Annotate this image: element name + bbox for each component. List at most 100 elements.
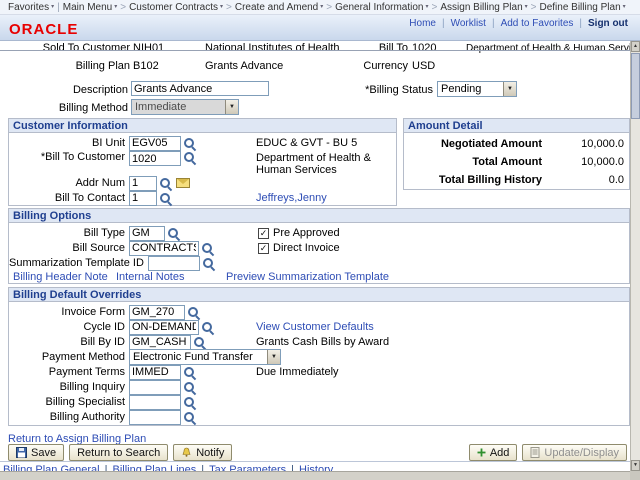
lookup-icon[interactable] bbox=[167, 227, 180, 240]
addr-num-input[interactable] bbox=[129, 175, 157, 191]
bill-to-contact-name-link[interactable]: Jeffreys,Jenny bbox=[256, 192, 327, 204]
breadcrumb-item-main-menu[interactable]: Main Menu ▾ bbox=[63, 2, 117, 13]
payment-terms-row: Payment Terms Due Immediately bbox=[9, 364, 629, 380]
direct-invoice-checkbox[interactable]: ✓ bbox=[258, 242, 269, 254]
bill-source-input[interactable] bbox=[129, 240, 199, 256]
page-link-separator: | bbox=[104, 464, 108, 471]
cycle-id-input[interactable] bbox=[129, 319, 199, 335]
email-address-icon[interactable] bbox=[176, 178, 190, 188]
toolbar-right: Add Update/Display bbox=[468, 444, 627, 461]
lookup-icon[interactable] bbox=[183, 381, 196, 394]
header-separator: | bbox=[491, 18, 495, 29]
description-input[interactable] bbox=[131, 81, 269, 96]
bill-type-input[interactable] bbox=[129, 225, 165, 241]
pre-approved-checkbox[interactable]: ✓ bbox=[258, 227, 269, 239]
breadcrumb-separator: | bbox=[57, 1, 60, 13]
payment-terms-description: Due Immediately bbox=[256, 366, 339, 378]
total-billing-history-row: Total Billing History 0.0 bbox=[404, 171, 629, 189]
breadcrumb-item-general-information[interactable]: General Information ▾ bbox=[335, 2, 428, 13]
page-link-billing-plan-lines[interactable]: Billing Plan Lines bbox=[112, 464, 196, 471]
billing-inquiry-input[interactable] bbox=[129, 379, 181, 395]
billing-default-overrides-group: Billing Default Overrides Invoice Form C… bbox=[8, 287, 630, 426]
save-button[interactable]: Save bbox=[8, 444, 65, 461]
dropdown-arrow-icon: ▼ bbox=[267, 350, 280, 364]
bill-to-contact-input[interactable] bbox=[129, 190, 157, 206]
bill-to-customer-input[interactable] bbox=[129, 151, 181, 166]
breadcrumb-label: Assign Billing Plan bbox=[440, 1, 523, 13]
billing-specialist-input[interactable] bbox=[129, 394, 181, 410]
page-link-separator: | bbox=[201, 464, 205, 471]
billing-authority-input[interactable] bbox=[129, 409, 181, 425]
sold-to-customer-name: National Institutes of Health bbox=[205, 42, 340, 54]
negotiated-amount-row: Negotiated Amount 10,000.0 bbox=[404, 135, 629, 153]
total-amount-label: Total Amount bbox=[472, 156, 542, 168]
lookup-icon[interactable] bbox=[201, 242, 214, 255]
breadcrumb-label: Create and Amend bbox=[234, 1, 319, 13]
breadcrumb-label: Define Billing Plan bbox=[539, 1, 621, 13]
billing-authority-row: Billing Authority bbox=[9, 409, 629, 425]
addr-num-label: Addr Num bbox=[75, 177, 125, 189]
lookup-icon[interactable] bbox=[183, 366, 196, 379]
breadcrumb-label: General Information bbox=[335, 1, 424, 13]
lookup-icon[interactable] bbox=[183, 411, 196, 424]
bill-type-row: Bill Type ✓ Pre Approved bbox=[9, 225, 629, 241]
invoice-form-input[interactable] bbox=[129, 304, 185, 320]
home-link[interactable]: Home bbox=[409, 18, 436, 29]
sign-out-link[interactable]: Sign out bbox=[588, 18, 628, 29]
preview-summarization-template-link[interactable]: Preview Summarization Template bbox=[226, 271, 389, 283]
bill-to-name: Department of Health & Human Services bbox=[466, 43, 630, 54]
add-button[interactable]: Add bbox=[468, 444, 518, 461]
billing-header-note-link[interactable]: Billing Header Note bbox=[13, 271, 108, 283]
breadcrumb-item-define-billing-plan[interactable]: Define Billing Plan ▾ bbox=[539, 2, 625, 13]
worklist-link[interactable]: Worklist bbox=[451, 18, 486, 29]
page-link-billing-plan-general[interactable]: Billing Plan General bbox=[3, 464, 100, 471]
horizontal-scrollbar[interactable] bbox=[0, 471, 630, 480]
lookup-icon[interactable] bbox=[183, 396, 196, 409]
scroll-down-button[interactable]: ▼ bbox=[631, 460, 640, 471]
save-icon bbox=[16, 447, 27, 458]
summarization-template-id-input[interactable] bbox=[147, 255, 200, 271]
scroll-up-button[interactable]: ▲ bbox=[631, 41, 640, 52]
payment-method-select[interactable]: Electronic Fund Transfer ▼ bbox=[129, 349, 281, 365]
breadcrumb-item-create-and-amend[interactable]: Create and Amend ▾ bbox=[235, 2, 323, 13]
lookup-icon[interactable] bbox=[159, 192, 172, 205]
chevron-down-icon: ▾ bbox=[524, 4, 528, 10]
invoice-form-row: Invoice Form bbox=[9, 304, 629, 320]
bill-by-id-input[interactable] bbox=[129, 334, 191, 350]
lookup-icon[interactable] bbox=[183, 151, 196, 164]
page-link-tax-parameters[interactable]: Tax Parameters bbox=[209, 464, 286, 471]
breadcrumb-separator: > bbox=[431, 1, 438, 13]
breadcrumb-item-favorites[interactable]: Favorites ▾ bbox=[8, 2, 54, 13]
lookup-icon[interactable] bbox=[201, 321, 214, 334]
total-amount-value: 10,000.0 bbox=[581, 156, 624, 168]
internal-notes-link[interactable]: Internal Notes bbox=[116, 271, 184, 283]
breadcrumb-item-customer-contracts[interactable]: Customer Contracts ▾ bbox=[129, 2, 223, 13]
notify-button[interactable]: Notify bbox=[173, 444, 233, 461]
lookup-icon[interactable] bbox=[183, 137, 196, 150]
negotiated-amount-label: Negotiated Amount bbox=[440, 138, 542, 150]
amount-detail-title: Amount Detail bbox=[404, 119, 629, 133]
return-to-search-label: Return to Search bbox=[77, 446, 161, 459]
bi-unit-input[interactable] bbox=[129, 135, 181, 151]
lookup-icon[interactable] bbox=[202, 257, 215, 270]
vertical-scrollbar[interactable]: ▲ ▼ bbox=[630, 41, 640, 471]
breadcrumb-separator: > bbox=[326, 1, 333, 13]
billing-specialist-label: Billing Specialist bbox=[45, 396, 125, 408]
lookup-icon[interactable] bbox=[193, 336, 206, 349]
view-customer-defaults-link[interactable]: View Customer Defaults bbox=[256, 321, 374, 333]
notify-label: Notify bbox=[196, 446, 225, 459]
summarization-template-id-label: Summarization Template ID bbox=[9, 257, 144, 269]
add-to-favorites-link[interactable]: Add to Favorites bbox=[501, 18, 574, 29]
payment-terms-input[interactable] bbox=[129, 364, 181, 380]
bi-unit-description: EDUC & GVT - BU 5 bbox=[256, 137, 358, 149]
lookup-icon[interactable] bbox=[159, 177, 172, 190]
page-link-history[interactable]: History bbox=[299, 464, 333, 471]
breadcrumb-separator: > bbox=[226, 1, 232, 13]
breadcrumb-item-assign-billing-plan[interactable]: Assign Billing Plan ▾ bbox=[440, 2, 527, 13]
billing-status-select[interactable]: Pending ▼ bbox=[437, 81, 517, 97]
lookup-icon[interactable] bbox=[187, 306, 200, 319]
vertical-scroll-thumb[interactable] bbox=[631, 53, 640, 119]
scrollbar-corner bbox=[630, 471, 640, 480]
return-to-search-button[interactable]: Return to Search bbox=[69, 444, 169, 461]
bill-source-label: Bill Source bbox=[72, 242, 125, 254]
